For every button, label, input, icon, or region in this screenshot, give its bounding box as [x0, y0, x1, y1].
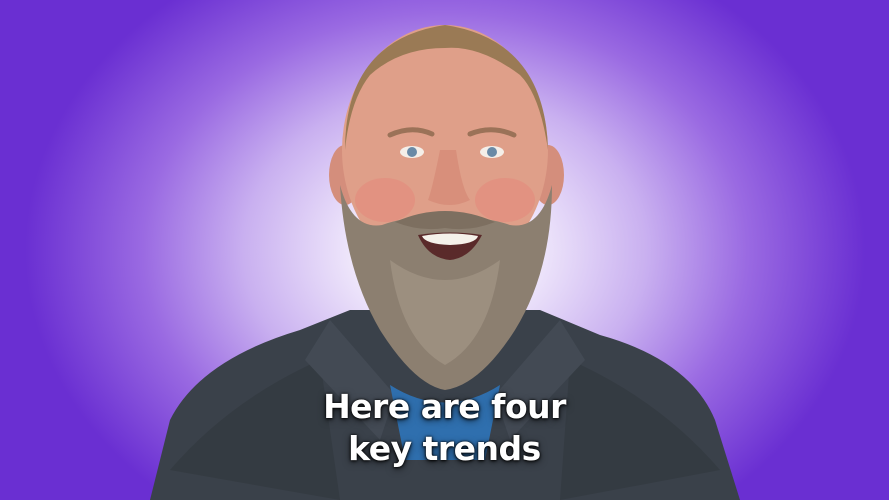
caption-line-2: key trends — [348, 429, 541, 468]
video-frame: Here are four key trends — [0, 0, 889, 500]
left-iris — [407, 147, 417, 157]
left-cheek — [355, 178, 415, 222]
right-iris — [487, 147, 497, 157]
right-cheek — [475, 178, 535, 222]
subtitle-captions: Here are four key trends — [0, 386, 889, 470]
caption-line-1: Here are four — [323, 387, 566, 426]
